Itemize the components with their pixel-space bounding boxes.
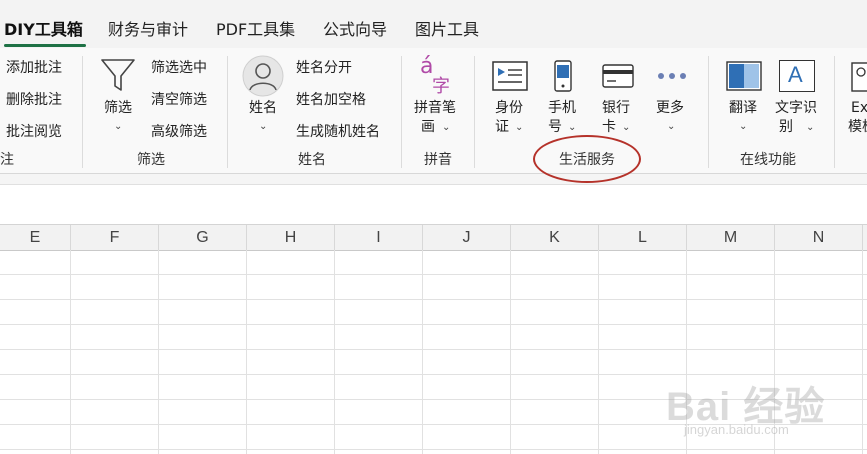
chevron-down-icon[interactable]: ⌄ bbox=[622, 123, 630, 133]
id-card-button[interactable]: 身份 bbox=[495, 99, 523, 117]
baidu-watermark: Bai 经验 jingyan.baidu.com bbox=[660, 352, 860, 452]
excel-template-button[interactable]: Ex bbox=[851, 99, 867, 117]
gridline bbox=[0, 299, 867, 300]
sheet-top-area bbox=[0, 185, 867, 224]
ocr-icon: A bbox=[779, 60, 815, 92]
formula-bar-strip bbox=[0, 174, 867, 185]
id-card-button-line2[interactable]: 证 bbox=[495, 118, 509, 136]
delete-comment-button[interactable]: 删除批注 bbox=[6, 91, 62, 109]
excel-template-button-line2[interactable]: 模板 bbox=[848, 118, 867, 136]
chevron-down-icon[interactable]: ⌄ bbox=[739, 122, 747, 132]
column-header-j[interactable]: J bbox=[423, 225, 511, 250]
chevron-down-icon[interactable]: ⌄ bbox=[515, 123, 523, 133]
add-comment-button[interactable]: 添加批注 bbox=[6, 59, 62, 77]
id-card-icon bbox=[492, 61, 528, 91]
column-header-l[interactable]: L bbox=[599, 225, 687, 250]
mobile-phone-icon bbox=[554, 60, 572, 92]
chevron-down-icon[interactable]: ⌄ bbox=[667, 122, 675, 132]
translate-button[interactable]: 翻译 bbox=[729, 99, 757, 117]
tab-pdf-tools[interactable]: PDF工具集 bbox=[216, 20, 295, 40]
pinyin-stroke-button[interactable]: 拼音笔 bbox=[414, 99, 456, 117]
active-tab-indicator bbox=[4, 44, 86, 47]
advanced-filter-button[interactable]: 高级筛选 bbox=[151, 123, 207, 141]
gridline bbox=[0, 324, 867, 325]
column-header-row: E F G H I J K L M N bbox=[0, 224, 867, 251]
more-dots-icon bbox=[658, 73, 686, 79]
name-add-space-button[interactable]: 姓名加空格 bbox=[296, 91, 366, 109]
view-comments-button[interactable]: 批注阅览 bbox=[6, 123, 62, 141]
ocr-icon-letter: A bbox=[788, 62, 803, 87]
group-divider bbox=[834, 56, 835, 168]
tab-finance-audit[interactable]: 财务与审计 bbox=[108, 20, 188, 40]
bank-card-button-line2[interactable]: 卡 bbox=[602, 118, 616, 136]
pinyin-icon: á 字 bbox=[418, 54, 458, 98]
group-divider bbox=[708, 56, 709, 168]
pinyin-stroke-button-line2[interactable]: 画 bbox=[421, 118, 435, 136]
clear-filter-button[interactable]: 清空筛选 bbox=[151, 91, 207, 109]
tab-diy-toolbox[interactable]: DIY工具箱 bbox=[4, 20, 83, 40]
highlight-ellipse-annotation bbox=[533, 135, 641, 183]
translate-icon bbox=[726, 61, 762, 91]
split-name-button[interactable]: 姓名分开 bbox=[296, 59, 352, 77]
filter-selected-button[interactable]: 筛选选中 bbox=[151, 59, 207, 77]
tab-image-tools[interactable]: 图片工具 bbox=[415, 20, 479, 40]
column-header-h[interactable]: H bbox=[247, 225, 335, 250]
filter-button[interactable]: 筛选 bbox=[104, 99, 132, 117]
column-header-m[interactable]: M bbox=[687, 225, 775, 250]
column-header-k[interactable]: K bbox=[511, 225, 599, 250]
person-avatar-icon bbox=[242, 55, 284, 97]
ribbon-tab-bar: DIY工具箱 财务与审计 PDF工具集 公式向导 图片工具 bbox=[0, 0, 867, 48]
phone-number-button[interactable]: 手机 bbox=[548, 99, 576, 117]
filter-funnel-icon bbox=[101, 59, 135, 91]
column-header-e[interactable]: E bbox=[0, 225, 71, 250]
phone-number-button-line2[interactable]: 号 bbox=[548, 118, 562, 136]
column-header-g[interactable]: G bbox=[159, 225, 247, 250]
column-header-i[interactable]: I bbox=[335, 225, 423, 250]
group-label-filter: 筛选 bbox=[137, 152, 165, 168]
chevron-down-icon[interactable]: ⌄ bbox=[114, 122, 122, 132]
chevron-down-icon[interactable]: ⌄ bbox=[806, 123, 814, 133]
group-divider bbox=[227, 56, 228, 168]
group-label-comments: 批注 bbox=[0, 152, 14, 168]
column-header-n[interactable]: N bbox=[775, 225, 863, 250]
column-header-f[interactable]: F bbox=[71, 225, 159, 250]
group-divider bbox=[401, 56, 402, 168]
watermark-url: jingyan.baidu.com bbox=[684, 422, 789, 437]
chevron-down-icon[interactable]: ⌄ bbox=[442, 123, 450, 133]
group-label-online: 在线功能 bbox=[740, 152, 796, 168]
group-label-pinyin: 拼音 bbox=[424, 152, 452, 168]
gridline bbox=[0, 349, 867, 350]
more-button[interactable]: 更多 bbox=[656, 99, 684, 117]
group-label-name: 姓名 bbox=[298, 152, 326, 168]
gridline bbox=[0, 274, 867, 275]
template-person-icon bbox=[851, 62, 867, 92]
tab-formula-wizard[interactable]: 公式向导 bbox=[323, 20, 387, 40]
chevron-down-icon[interactable]: ⌄ bbox=[568, 123, 576, 133]
chevron-down-icon[interactable]: ⌄ bbox=[259, 122, 267, 132]
ribbon-panel: 添加批注 删除批注 批注阅览 批注 筛选 ⌄ 筛选选中 清空筛选 高级筛选 筛选… bbox=[0, 48, 867, 174]
group-divider bbox=[474, 56, 475, 168]
bank-card-icon bbox=[602, 64, 634, 88]
bank-card-button[interactable]: 银行 bbox=[602, 99, 630, 117]
text-recognition-button-line2[interactable]: 别 bbox=[779, 118, 793, 136]
random-name-button[interactable]: 生成随机姓名 bbox=[296, 123, 380, 141]
group-divider bbox=[82, 56, 83, 168]
pinyin-hanzi-char: 字 bbox=[432, 76, 450, 97]
text-recognition-button[interactable]: 文字识 bbox=[775, 99, 817, 117]
name-button[interactable]: 姓名 bbox=[249, 99, 277, 117]
